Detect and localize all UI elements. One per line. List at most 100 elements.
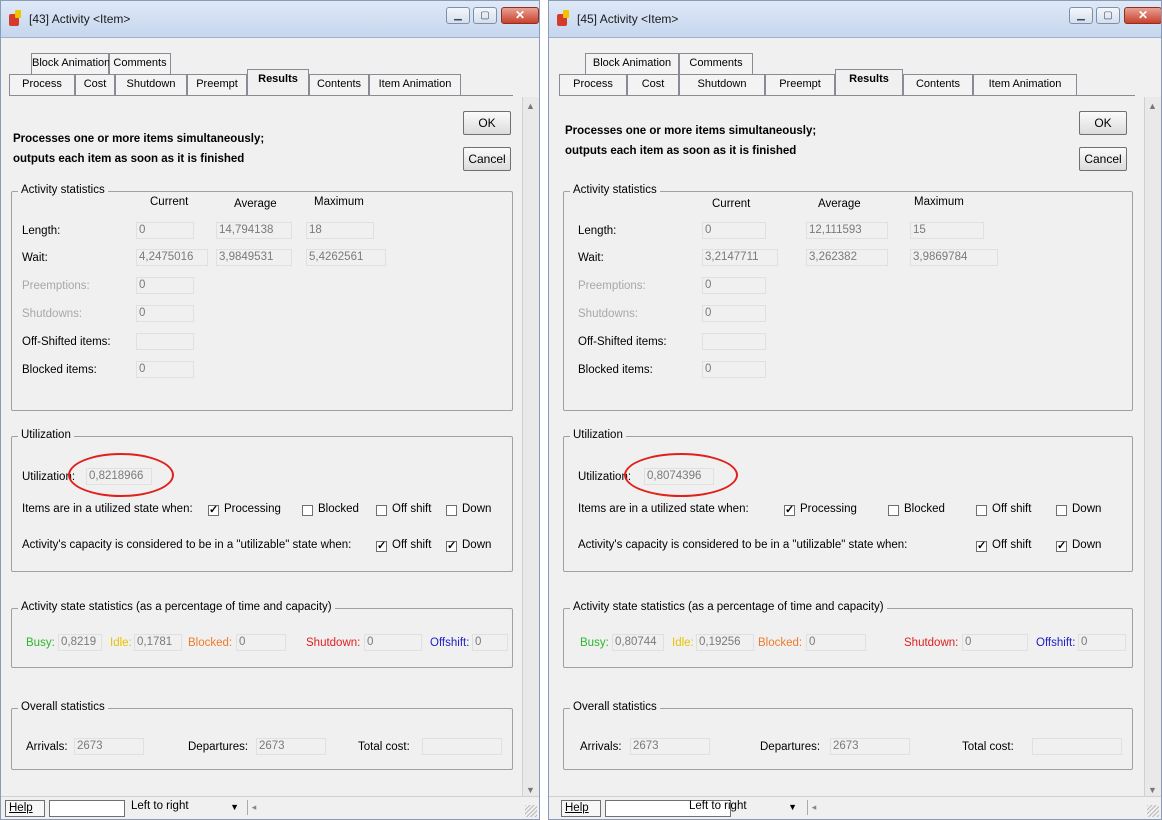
total-cost-value	[422, 738, 502, 755]
down-checkbox[interactable]	[1056, 505, 1067, 516]
shutdowns-label: Shutdowns:	[578, 308, 639, 320]
tab-item-animation[interactable]: Item Animation	[973, 74, 1077, 95]
cap-offshift-checkbox[interactable]: ✓	[376, 541, 387, 552]
tab-shutdown[interactable]: Shutdown	[115, 74, 187, 95]
offshift-state-value: 0	[1078, 634, 1126, 651]
scroll-up-icon[interactable]: ▲	[526, 101, 535, 111]
close-button[interactable]: ✕	[501, 7, 539, 24]
cap-offshift-checkbox[interactable]: ✓	[976, 541, 987, 552]
tab-item-animation[interactable]: Item Animation	[369, 74, 461, 95]
flow-direction-value: Left to right	[131, 800, 189, 812]
description-line-2: outputs each item as soon as it is finis…	[13, 153, 245, 165]
processing-label: Processing	[800, 503, 857, 515]
scroll-left-icon[interactable]: ◂	[807, 800, 820, 815]
window-title: [45] Activity <Item>	[577, 12, 679, 26]
tab-contents[interactable]: Contents	[903, 74, 973, 95]
offshift-checkbox[interactable]	[376, 505, 387, 516]
tab-preempt[interactable]: Preempt	[187, 74, 247, 95]
tab-cost[interactable]: Cost	[75, 74, 115, 95]
overall-statistics-group: Overall statistics Arrivals: 2673 Depart…	[11, 701, 513, 770]
offshift-checkbox[interactable]	[976, 505, 987, 516]
flow-direction-select[interactable]: Left to right ▼	[689, 799, 801, 816]
tab-baseline	[559, 95, 1135, 96]
wait-label: Wait:	[22, 252, 48, 264]
cap-down-checkbox[interactable]: ✓	[446, 541, 457, 552]
preemptions-label: Preemptions:	[578, 280, 646, 292]
group-title: Overall statistics	[18, 701, 108, 713]
maximize-button[interactable]: ▢	[473, 7, 497, 24]
tab-results[interactable]: Results	[247, 69, 309, 95]
busy-value: 0,8219	[58, 634, 102, 651]
departures-label: Departures:	[760, 741, 821, 753]
dropdown-arrow-icon[interactable]: ▼	[788, 800, 797, 815]
tab-preempt[interactable]: Preempt	[765, 74, 835, 95]
length-average: 14,794138	[216, 222, 292, 239]
tab-block-animation[interactable]: Block Animation	[31, 53, 110, 74]
minimize-button[interactable]: ▁	[1069, 7, 1093, 24]
blocked-checkbox[interactable]	[302, 505, 313, 516]
wait-current: 4,2475016	[136, 249, 208, 266]
status-bar: Help Left to right ▼ ◂	[1, 796, 539, 819]
cancel-button[interactable]: Cancel	[463, 147, 511, 171]
wait-average: 3,262382	[806, 249, 888, 266]
arrivals-label: Arrivals:	[580, 741, 622, 753]
vertical-scrollbar[interactable]: ▲ ▼	[1144, 97, 1161, 799]
help-button[interactable]: Help	[5, 800, 45, 817]
down-checkbox[interactable]	[446, 505, 457, 516]
tab-block-animation[interactable]: Block Animation	[585, 53, 679, 74]
utilizable-state-label: Activity's capacity is considered to be …	[578, 539, 908, 551]
col-current: Current	[150, 196, 189, 208]
resize-grip-icon[interactable]	[525, 805, 537, 817]
col-average: Average	[818, 198, 861, 210]
dropdown-arrow-icon[interactable]: ▼	[230, 800, 239, 815]
col-maximum: Maximum	[314, 196, 364, 208]
scroll-up-icon[interactable]: ▲	[1148, 101, 1157, 111]
total-cost-label: Total cost:	[358, 741, 410, 753]
flow-direction-select[interactable]: Left to right ▼	[131, 799, 243, 816]
blocked-checkbox[interactable]	[888, 505, 899, 516]
tab-process[interactable]: Process	[559, 74, 627, 95]
scroll-left-icon[interactable]: ◂	[247, 800, 260, 815]
utilizable-state-label: Activity's capacity is considered to be …	[22, 539, 352, 551]
close-button[interactable]: ✕	[1124, 7, 1161, 24]
tab-comments[interactable]: Comments	[109, 53, 171, 74]
offshift-state-value: 0	[472, 634, 508, 651]
description: Processes one or more items simultaneous…	[565, 121, 816, 161]
offshift-label: Off shift	[392, 503, 432, 515]
total-cost-value	[1032, 738, 1122, 755]
scroll-down-icon[interactable]: ▼	[526, 785, 535, 795]
tab-process[interactable]: Process	[9, 74, 75, 95]
processing-checkbox[interactable]: ✓	[784, 505, 795, 516]
cap-down-checkbox[interactable]: ✓	[1056, 541, 1067, 552]
vertical-scrollbar[interactable]: ▲ ▼	[522, 97, 539, 799]
length-average: 12,111593	[806, 222, 888, 239]
idle-value: 0,1781	[134, 634, 182, 651]
shutdown-state-label: Shutdown:	[904, 637, 959, 649]
tab-shutdown[interactable]: Shutdown	[679, 74, 765, 95]
processing-checkbox[interactable]: ✓	[208, 505, 219, 516]
shutdowns-value: 0	[136, 305, 194, 322]
description-line-1: Processes one or more items simultaneous…	[565, 125, 817, 137]
minimize-button[interactable]: ▁	[446, 7, 470, 24]
ok-button[interactable]: OK	[1079, 111, 1127, 135]
app-icon	[9, 10, 23, 26]
state-statistics-group: Activity state statistics (as a percenta…	[11, 601, 513, 668]
tab-results[interactable]: Results	[835, 69, 903, 95]
departures-value: 2673	[256, 738, 326, 755]
wait-maximum: 5,4262561	[306, 249, 386, 266]
app-icon	[557, 10, 571, 26]
ok-button[interactable]: OK	[463, 111, 511, 135]
length-current: 0	[136, 222, 194, 239]
preemptions-label: Preemptions:	[22, 280, 90, 292]
cancel-button[interactable]: Cancel	[1079, 147, 1127, 171]
help-text-field[interactable]	[49, 800, 125, 817]
scroll-down-icon[interactable]: ▼	[1148, 785, 1157, 795]
tab-cost[interactable]: Cost	[627, 74, 679, 95]
busy-label: Busy:	[580, 637, 609, 649]
maximize-button[interactable]: ▢	[1096, 7, 1120, 24]
total-cost-label: Total cost:	[962, 741, 1014, 753]
help-button[interactable]: Help	[561, 800, 601, 817]
tab-comments[interactable]: Comments	[679, 53, 753, 74]
tab-contents[interactable]: Contents	[309, 74, 369, 95]
resize-grip-icon[interactable]	[1147, 805, 1159, 817]
